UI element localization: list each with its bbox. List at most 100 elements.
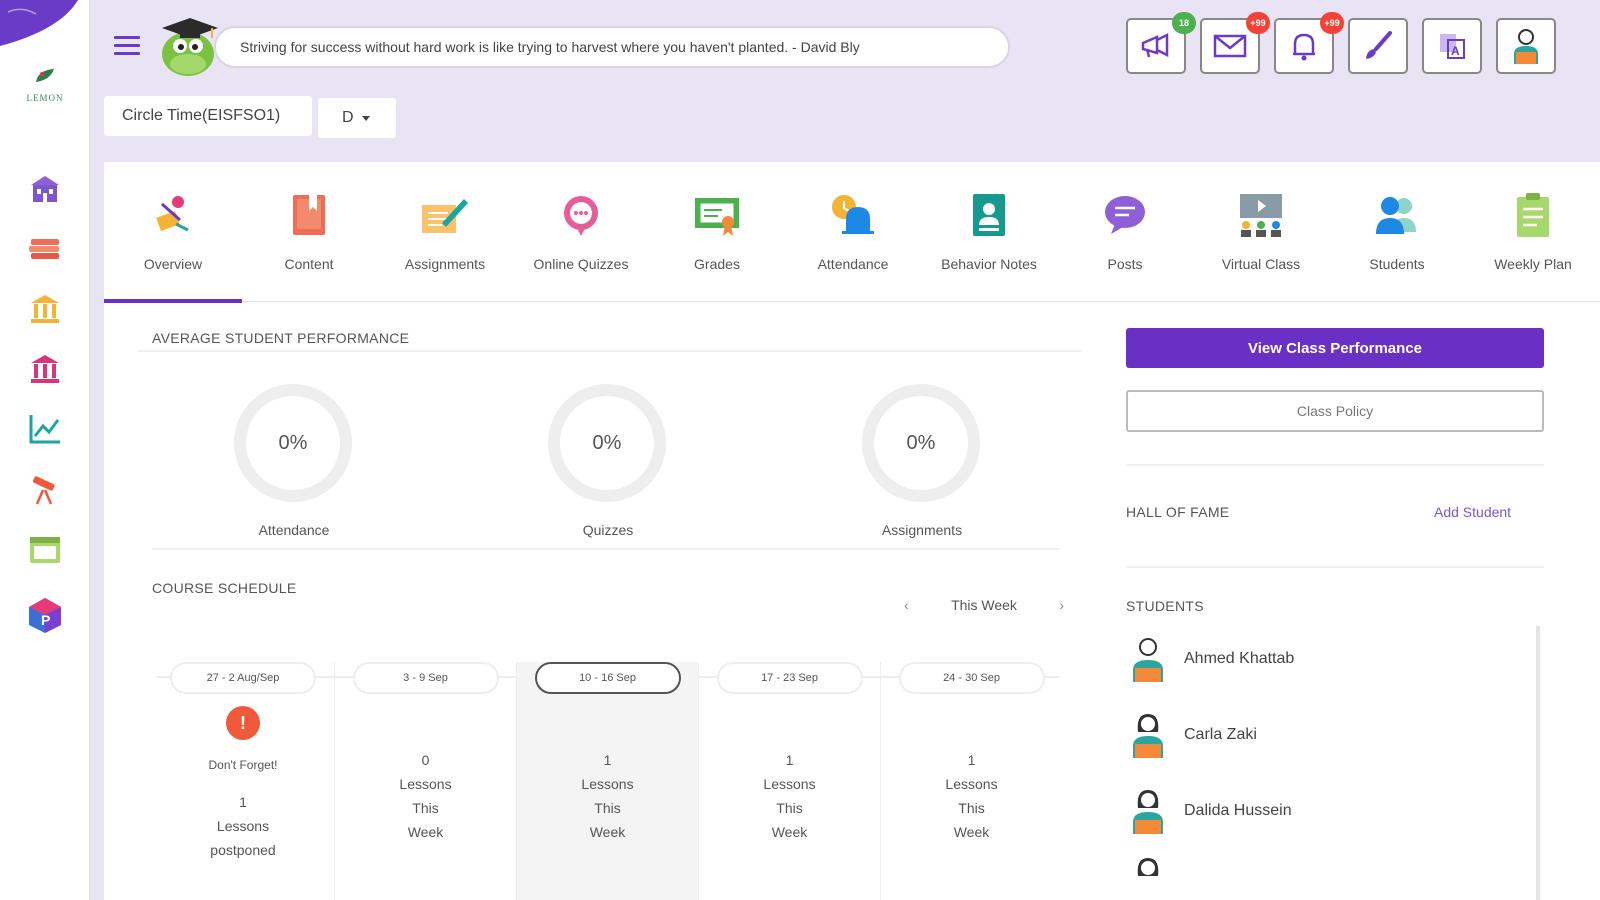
- add-student-link[interactable]: Add Student: [1434, 504, 1511, 520]
- tab-label: Attendance: [817, 256, 889, 272]
- tab-weekly-plan[interactable]: Weekly Plan: [1464, 162, 1600, 302]
- calendar-icon[interactable]: [24, 528, 66, 570]
- tab-label: Behavior Notes: [941, 256, 1037, 272]
- students-icon: [1376, 197, 1416, 234]
- student-item[interactable]: Carla Zaki: [1126, 710, 1526, 760]
- week-pill[interactable]: 10 - 16 Sep: [534, 662, 681, 694]
- summary-line: This: [776, 800, 803, 816]
- lesson-count: 1: [603, 752, 612, 768]
- notifications-button[interactable]: +99: [1274, 12, 1344, 74]
- schedule-title: Course Schedule: [152, 580, 297, 596]
- summary-line: Week: [589, 824, 626, 840]
- summary-line: Week: [953, 824, 990, 840]
- students-scrollbar[interactable]: [1536, 626, 1540, 900]
- tab-attendance[interactable]: Attendance: [784, 162, 922, 302]
- tab-assignments[interactable]: Assignments: [376, 162, 514, 302]
- tab-content[interactable]: Content: [240, 162, 378, 302]
- logo-text: LEMON: [26, 93, 64, 103]
- female-avatar-icon: [1133, 790, 1163, 834]
- quote-text: Striving for success without hard work i…: [240, 39, 860, 55]
- week-pill[interactable]: 17 - 23 Sep: [716, 662, 863, 694]
- week-pill[interactable]: 3 - 9 Sep: [352, 662, 499, 694]
- week-summary: 1 Lessons This Week: [699, 748, 880, 844]
- student-name: Carla Zaki: [1184, 726, 1257, 743]
- pencil-note-icon: [422, 199, 468, 233]
- mascot-avatar: [162, 18, 218, 76]
- school-logo[interactable]: LEMON: [14, 66, 76, 110]
- chevron-left-icon[interactable]: ‹: [904, 597, 909, 613]
- class-policy-button[interactable]: Class Policy: [1126, 390, 1544, 432]
- school-icon[interactable]: [24, 168, 66, 210]
- theme-button[interactable]: [1348, 18, 1408, 74]
- week-pill[interactable]: 27 - 2 Aug/Sep: [170, 662, 316, 694]
- gauge-ring: 0%: [548, 384, 666, 502]
- video-class-icon: [1240, 194, 1282, 237]
- caret-down-icon: [361, 115, 370, 121]
- sidebar: LEMON P: [0, 0, 90, 900]
- week-nav-label: This Week: [951, 597, 1017, 613]
- language-button[interactable]: A: [1422, 18, 1482, 74]
- tab-label: Content: [284, 256, 334, 272]
- mail-icon: [1213, 34, 1247, 58]
- class-selector[interactable]: Circle Time(EISFSO1): [104, 96, 312, 136]
- exclamation-icon: !: [226, 706, 260, 740]
- gauge-label: Assignments: [881, 522, 963, 538]
- week-navigator: ‹ This Week ›: [904, 594, 1064, 616]
- books-icon[interactable]: [24, 228, 66, 270]
- lesson-count: 1: [967, 752, 976, 768]
- tab-behavior-notes[interactable]: Behavior Notes: [920, 162, 1058, 302]
- week-column: 3 - 9 Sep 0 Lessons This Week: [334, 662, 516, 900]
- lesson-count: 1: [785, 752, 794, 768]
- messages-button[interactable]: +99: [1200, 12, 1270, 74]
- tab-label: Online Quizzes: [533, 256, 629, 272]
- week-column: 17 - 23 Sep 1 Lessons This Week: [698, 662, 880, 900]
- speech-bubble-icon: [1105, 196, 1145, 234]
- tab-label: Grades: [694, 256, 740, 272]
- tab-posts[interactable]: Posts: [1056, 162, 1194, 302]
- main-panel: Overview Content Assignments Online Quiz…: [104, 162, 1600, 900]
- menu-hamburger-icon[interactable]: [114, 36, 140, 58]
- analytics-chart-icon[interactable]: [24, 408, 66, 450]
- week-column: 27 - 2 Aug/Sep ! Don't Forget! 1 Lessons…: [152, 662, 334, 900]
- week-summary: 1 Lessons This Week: [881, 748, 1062, 844]
- tab-overview[interactable]: Overview: [104, 162, 242, 303]
- tab-online-quizzes[interactable]: Online Quizzes: [512, 162, 650, 302]
- telescope-icon[interactable]: [24, 468, 66, 510]
- profile-icon: [1514, 29, 1538, 64]
- svg-text:P: P: [41, 612, 50, 628]
- announcements-button[interactable]: 18: [1126, 12, 1196, 74]
- clipboard-icon: [1517, 193, 1549, 237]
- 3d-cube-icon[interactable]: P: [24, 594, 66, 636]
- summary-line: postponed: [210, 842, 276, 858]
- tab-label: Students: [1369, 256, 1425, 272]
- alarm-bell-icon: [832, 195, 874, 234]
- corner-decoration: [0, 0, 78, 46]
- chevron-right-icon[interactable]: ›: [1059, 597, 1064, 613]
- section-dropdown[interactable]: D: [318, 98, 396, 138]
- performance-title: Average Student Performance: [152, 330, 410, 346]
- tab-students[interactable]: Students: [1328, 162, 1466, 302]
- student-item[interactable]: [1126, 858, 1526, 900]
- quizzes-gauge: 0% Quizzes: [548, 384, 668, 538]
- section-value: D: [342, 109, 354, 126]
- tab-grades[interactable]: Grades: [648, 162, 786, 302]
- summary-line: Lessons: [399, 776, 452, 792]
- institution-icon[interactable]: [24, 348, 66, 390]
- tab-label: Posts: [1107, 256, 1143, 272]
- view-class-performance-button[interactable]: View Class Performance: [1126, 328, 1544, 368]
- library-icon[interactable]: [24, 288, 66, 330]
- female-avatar-icon: [1137, 858, 1159, 876]
- week-pill[interactable]: 24 - 30 Sep: [898, 662, 1045, 694]
- week-summary: 1 Lessons This Week: [517, 748, 698, 844]
- tab-label: Overview: [143, 256, 203, 272]
- overview-icon: [156, 196, 189, 232]
- quote-banner: Striving for success without hard work i…: [214, 26, 1010, 68]
- gauge-ring: 0%: [234, 384, 352, 502]
- profile-button[interactable]: [1496, 18, 1556, 74]
- paintbrush-icon: [1366, 31, 1392, 59]
- tab-virtual-class[interactable]: Virtual Class: [1192, 162, 1330, 302]
- summary-line: This: [958, 800, 985, 816]
- student-item[interactable]: Ahmed Khattab: [1126, 634, 1526, 684]
- attendance-gauge: 0% Attendance: [234, 384, 354, 538]
- student-item[interactable]: Dalida Hussein: [1126, 786, 1526, 836]
